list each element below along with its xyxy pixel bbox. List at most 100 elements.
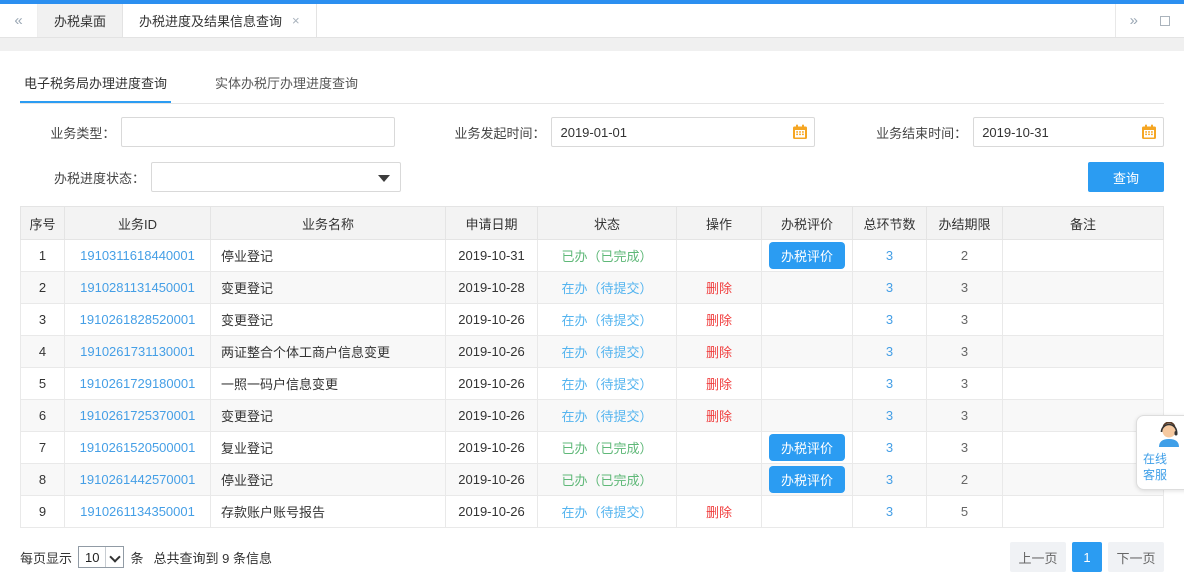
delete-link[interactable]: 删除 xyxy=(706,409,732,424)
end-time-label: 业务结束时间： xyxy=(851,123,967,142)
business-id-link[interactable]: 1910261134350001 xyxy=(80,504,195,519)
cell-deadline: 3 xyxy=(927,432,1003,464)
cell-business-name: 变更登记 xyxy=(211,304,446,336)
column-header: 总环节数 xyxy=(853,207,927,240)
cell-status: 已办（已完成） xyxy=(538,432,677,464)
business-type-input[interactable] xyxy=(121,117,395,147)
table-row: 21910281131450001变更登记2019-10-28在办（待提交）删除… xyxy=(21,272,1164,304)
total-steps-link[interactable]: 3 xyxy=(886,376,893,391)
cell-total-steps[interactable]: 3 xyxy=(853,432,927,464)
tax-evaluation-button[interactable]: 办税评价 xyxy=(769,434,845,461)
start-date-input[interactable] xyxy=(551,117,814,147)
progress-status-select[interactable] xyxy=(151,162,401,192)
cell-business-id[interactable]: 1910261442570001 xyxy=(65,464,211,496)
current-page-button[interactable]: 1 xyxy=(1072,542,1102,572)
prev-page-button[interactable]: 上一页 xyxy=(1010,542,1066,572)
cell-operation[interactable]: 删除 xyxy=(677,400,762,432)
business-id-link[interactable]: 1910261828520001 xyxy=(80,312,196,327)
cell-total-steps[interactable]: 3 xyxy=(853,336,927,368)
cell-apply-date: 2019-10-26 xyxy=(446,464,538,496)
cell-business-name: 存款账户账号报告 xyxy=(211,496,446,528)
cell-business-id[interactable]: 1910261725370001 xyxy=(65,400,211,432)
cell-business-id[interactable]: 1910261828520001 xyxy=(65,304,211,336)
delete-link[interactable]: 删除 xyxy=(706,313,732,328)
total-steps-link[interactable]: 3 xyxy=(886,504,893,519)
query-button[interactable]: 查询 xyxy=(1088,162,1164,192)
cell-total-steps[interactable]: 3 xyxy=(853,496,927,528)
total-steps-link[interactable]: 3 xyxy=(886,440,893,455)
cell-business-name: 停业登记 xyxy=(211,464,446,496)
cell-business-name: 变更登记 xyxy=(211,400,446,432)
business-id-link[interactable]: 1910311618440001 xyxy=(80,248,195,263)
cell-business-id[interactable]: 1910261731130001 xyxy=(65,336,211,368)
total-steps-link[interactable]: 3 xyxy=(886,472,893,487)
business-id-link[interactable]: 1910281131450001 xyxy=(80,280,195,295)
column-header: 办结期限 xyxy=(927,207,1003,240)
cell-seq: 3 xyxy=(21,304,65,336)
cell-total-steps[interactable]: 3 xyxy=(853,400,927,432)
tabs-scroll-right-icon[interactable]: » xyxy=(1130,12,1138,29)
tabbar-right-tools: » xyxy=(1115,4,1184,37)
tabs-scroll-left-icon[interactable]: « xyxy=(0,4,38,37)
cell-business-id[interactable]: 1910311618440001 xyxy=(65,240,211,272)
table-row: 41910261731130001两证整合个体工商户信息变更2019-10-26… xyxy=(21,336,1164,368)
business-id-link[interactable]: 1910261729180001 xyxy=(80,376,196,391)
window-tabbar: « 办税桌面 办税进度及结果信息查询 × » xyxy=(0,4,1184,38)
cell-evaluation[interactable]: 办税评价 xyxy=(762,240,853,272)
cell-evaluation[interactable]: 办税评价 xyxy=(762,464,853,496)
total-steps-link[interactable]: 3 xyxy=(886,312,893,327)
page-size-select[interactable]: 10 xyxy=(78,546,124,568)
cell-status: 已办（已完成） xyxy=(538,464,677,496)
cell-evaluation[interactable]: 办税评价 xyxy=(762,432,853,464)
business-id-link[interactable]: 1910261442570001 xyxy=(80,472,196,487)
delete-link[interactable]: 删除 xyxy=(706,281,732,296)
business-id-link[interactable]: 1910261520500001 xyxy=(80,440,196,455)
total-steps-link[interactable]: 3 xyxy=(886,248,893,263)
calendar-icon[interactable] xyxy=(1141,124,1157,140)
maximize-icon[interactable] xyxy=(1160,16,1170,26)
window-tab-progress-query[interactable]: 办税进度及结果信息查询 × xyxy=(123,4,317,37)
cell-total-steps[interactable]: 3 xyxy=(853,368,927,400)
cell-business-id[interactable]: 1910261729180001 xyxy=(65,368,211,400)
status-text: 在办（待提交） xyxy=(561,281,652,296)
calendar-icon[interactable] xyxy=(792,124,808,140)
cell-apply-date: 2019-10-26 xyxy=(446,304,538,336)
cell-total-steps[interactable]: 3 xyxy=(853,304,927,336)
cell-operation[interactable]: 删除 xyxy=(677,304,762,336)
cell-business-id[interactable]: 1910261520500001 xyxy=(65,432,211,464)
status-text: 已办（已完成） xyxy=(561,249,652,264)
cell-business-name: 两证整合个体工商户信息变更 xyxy=(211,336,446,368)
total-steps-link[interactable]: 3 xyxy=(886,344,893,359)
next-page-button[interactable]: 下一页 xyxy=(1108,542,1164,572)
cell-operation[interactable]: 删除 xyxy=(677,368,762,400)
table-row: 61910261725370001变更登记2019-10-26在办（待提交）删除… xyxy=(21,400,1164,432)
cell-total-steps[interactable]: 3 xyxy=(853,272,927,304)
business-id-link[interactable]: 1910261731130001 xyxy=(80,344,195,359)
business-type-label: 业务类型： xyxy=(20,123,115,142)
cell-operation[interactable]: 删除 xyxy=(677,272,762,304)
cell-apply-date: 2019-10-28 xyxy=(446,272,538,304)
online-service-widget[interactable]: 在线 客服 xyxy=(1136,415,1184,490)
subtab-hall-progress[interactable]: 实体办税厅办理进度查询 xyxy=(211,65,362,103)
total-steps-link[interactable]: 3 xyxy=(886,408,893,423)
cell-apply-date: 2019-10-26 xyxy=(446,336,538,368)
tax-evaluation-button[interactable]: 办税评价 xyxy=(769,242,845,269)
tax-evaluation-button[interactable]: 办税评价 xyxy=(769,466,845,493)
delete-link[interactable]: 删除 xyxy=(706,505,732,520)
subtab-etax-progress[interactable]: 电子税务局办理进度查询 xyxy=(20,65,171,103)
cell-total-steps[interactable]: 3 xyxy=(853,464,927,496)
cell-total-steps[interactable]: 3 xyxy=(853,240,927,272)
cell-operation[interactable]: 删除 xyxy=(677,496,762,528)
delete-link[interactable]: 删除 xyxy=(706,377,732,392)
end-date-input[interactable] xyxy=(973,117,1164,147)
total-steps-link[interactable]: 3 xyxy=(886,280,893,295)
cell-business-id[interactable]: 1910281131450001 xyxy=(65,272,211,304)
delete-link[interactable]: 删除 xyxy=(706,345,732,360)
cell-business-id[interactable]: 1910261134350001 xyxy=(65,496,211,528)
tab-close-icon[interactable]: × xyxy=(292,13,300,28)
window-tab-desktop[interactable]: 办税桌面 xyxy=(38,4,123,37)
cell-operation xyxy=(677,464,762,496)
cell-operation[interactable]: 删除 xyxy=(677,336,762,368)
business-id-link[interactable]: 1910261725370001 xyxy=(80,408,196,423)
cell-evaluation xyxy=(762,304,853,336)
